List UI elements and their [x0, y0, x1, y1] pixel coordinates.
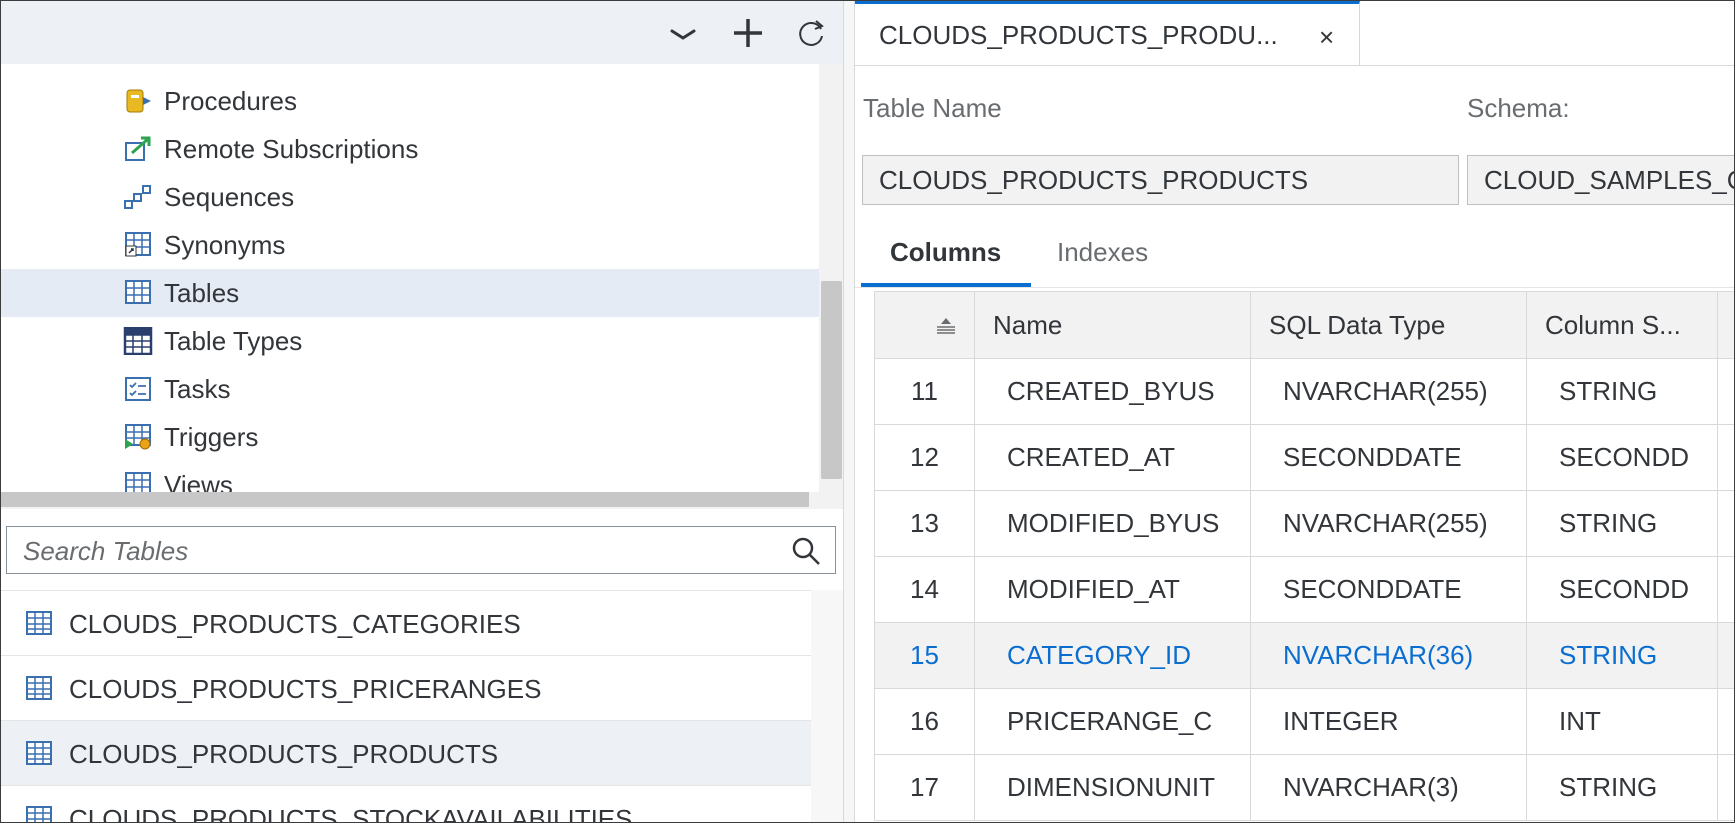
table-name-label: Table Name: [863, 93, 1002, 123]
refresh-button[interactable]: [791, 13, 831, 53]
table-row[interactable]: 16 PRICERANGE_C INTEGER INT: [874, 688, 1734, 755]
procedures-icon: [126, 89, 151, 113]
column-header-sql-type[interactable]: SQL Data Type: [1250, 291, 1527, 359]
chevron-down-icon: [670, 29, 696, 40]
column-header-name[interactable]: Name: [974, 291, 1251, 359]
tree-item-synonyms[interactable]: Synonyms: [1, 221, 819, 269]
tree-item-label: Tables: [164, 278, 240, 308]
editor-subtabs: Columns Indexes: [855, 229, 1734, 288]
tree-item-views[interactable]: Views: [1, 461, 819, 492]
table-row[interactable]: 14 MODIFIED_AT SECONDDATE SECONDD: [874, 556, 1734, 623]
catalog-tree: Procedures Remote Subscriptions Sequence…: [1, 64, 819, 492]
tables-icon: [125, 280, 151, 304]
tree-item-label: Tasks: [164, 374, 231, 404]
search-box: [6, 526, 836, 574]
table-list: CLOUDS_PRODUCTS_CATEGORIES CLOUDS_PRODUC…: [1, 590, 811, 823]
tree-vertical-scroll-thumb[interactable]: [821, 281, 842, 479]
tree-item-label: Sequences: [164, 182, 295, 212]
views-icon: [125, 472, 151, 492]
list-item-label: CLOUDS_PRODUCTS_PRICERANGES: [69, 674, 542, 704]
tree-item-label: Synonyms: [164, 230, 286, 260]
tree-item-label: Procedures: [164, 86, 297, 116]
table-editor: CLOUDS_PRODUCTS_PRODU... × Table Name Sc…: [855, 1, 1734, 822]
table-types-icon: [123, 327, 153, 355]
remote-subscriptions-icon: [125, 136, 151, 161]
table-row[interactable]: 12 CREATED_AT SECONDDATE SECONDD: [874, 424, 1734, 491]
columns-grid: Name SQL Data Type Column S... 11 CREATE…: [874, 291, 1734, 822]
tab-indexes[interactable]: Indexes: [1057, 237, 1148, 268]
tree-item-label: Remote Subscriptions: [164, 134, 419, 164]
tree-item-sequences[interactable]: Sequences: [1, 173, 819, 221]
schema-field[interactable]: CLOUD_SAMPLES_C: [1467, 155, 1734, 205]
refresh-icon: [799, 20, 824, 46]
tree-item-label: Table Types: [164, 326, 303, 356]
collapse-button[interactable]: [663, 13, 703, 53]
tree-item-triggers[interactable]: Triggers: [1, 413, 819, 461]
table-row[interactable]: 13 MODIFIED_BYUS NVARCHAR(255) STRING: [874, 490, 1734, 557]
search-icon[interactable]: [791, 536, 821, 566]
list-item-label: CLOUDS_PRODUCTS_CATEGORIES: [69, 609, 521, 639]
active-tab-indicator: [861, 283, 1031, 287]
tree-item-remote-subscriptions[interactable]: Remote Subscriptions: [1, 125, 819, 173]
tree-horizontal-scroll-thumb[interactable]: [1, 492, 809, 507]
plus-icon: [734, 19, 762, 47]
tasks-icon: [125, 377, 151, 401]
synonyms-icon: [125, 232, 151, 257]
tree-item-label: Views: [164, 470, 233, 492]
tab-columns[interactable]: Columns: [890, 237, 1001, 268]
search-input[interactable]: [21, 534, 765, 568]
column-header-column-store[interactable]: Column S...: [1526, 291, 1718, 359]
tree-item-tasks[interactable]: Tasks: [1, 365, 819, 413]
catalog-pane: Procedures Remote Subscriptions Sequence…: [1, 1, 843, 822]
table-icon: [26, 806, 52, 822]
tree-item-table-types[interactable]: Table Types: [1, 317, 819, 365]
editor-tab-title: CLOUDS_PRODUCTS_PRODU...: [879, 20, 1278, 50]
list-item[interactable]: CLOUDS_PRODUCTS_CATEGORIES: [1, 591, 811, 656]
list-item[interactable]: CLOUDS_PRODUCTS_PRICERANGES: [1, 656, 811, 721]
triggers-icon: [125, 424, 151, 450]
table-row[interactable]: 17 DIMENSIONUNIT NVARCHAR(3) STRING: [874, 754, 1734, 821]
table-name-field[interactable]: CLOUDS_PRODUCTS_PRODUCTS: [862, 155, 1459, 205]
tree-item-tables[interactable]: Tables: [1, 269, 819, 317]
grid-header-row: Name SQL Data Type Column S...: [874, 291, 1734, 359]
editor-tab[interactable]: CLOUDS_PRODUCTS_PRODU... ×: [855, 1, 1360, 65]
editor-tab-bar: CLOUDS_PRODUCTS_PRODU... ×: [855, 1, 1734, 66]
list-item-label: CLOUDS_PRODUCTS_PRODUCTS: [69, 739, 499, 769]
list-item[interactable]: CLOUDS_PRODUCTS_PRODUCTS: [1, 721, 811, 786]
add-button[interactable]: [728, 13, 768, 53]
table-icon: [26, 611, 52, 635]
table-row[interactable]: 11 CREATED_BYUS NVARCHAR(255) STRING: [874, 358, 1734, 425]
list-item-label: CLOUDS_PRODUCTS_STOCKAVAILABILITIES: [69, 804, 633, 823]
pane-splitter[interactable]: [843, 1, 855, 822]
list-item[interactable]: CLOUDS_PRODUCTS_STOCKAVAILABILITIES: [1, 786, 811, 823]
column-header-extra[interactable]: [1717, 291, 1734, 359]
schema-label: Schema:: [1467, 93, 1570, 123]
close-icon[interactable]: ×: [1319, 22, 1334, 53]
table-row-selected[interactable]: 15 CATEGORY_ID NVARCHAR(36) STRING: [874, 622, 1734, 689]
catalog-toolbar: [1, 1, 843, 64]
sort-column-header[interactable]: [874, 291, 975, 359]
tree-item-procedures[interactable]: Procedures: [1, 77, 819, 125]
table-icon: [26, 741, 52, 765]
tree-item-label: Triggers: [164, 422, 259, 452]
sequences-icon: [124, 185, 151, 209]
sort-icon: [937, 318, 955, 334]
table-icon: [26, 676, 52, 700]
app-frame: Procedures Remote Subscriptions Sequence…: [0, 0, 1735, 823]
list-vertical-scrollbar[interactable]: [811, 590, 843, 822]
